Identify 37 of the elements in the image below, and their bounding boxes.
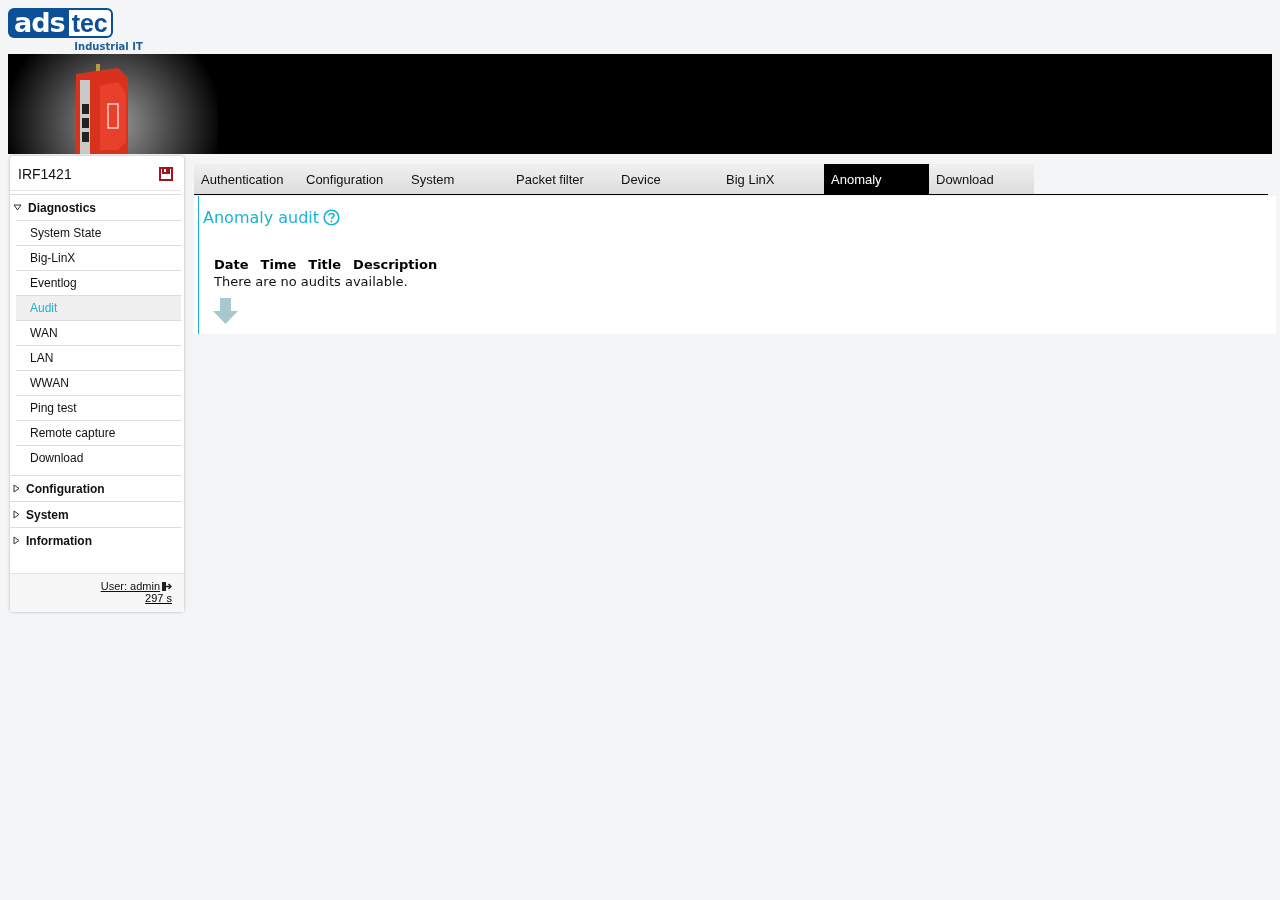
column-header: Description (353, 257, 438, 272)
column-header: Time (260, 257, 297, 272)
user-link[interactable]: User: admin (100, 580, 160, 592)
column-header: Date (214, 257, 249, 272)
menu-section[interactable]: Information (10, 527, 181, 553)
tab[interactable]: Packet filter (509, 164, 614, 194)
collapsed-triangle-icon (13, 536, 20, 545)
menu-item[interactable]: Remote capture (16, 420, 181, 445)
empty-message: There are no audits available. (214, 274, 409, 289)
menu-item[interactable]: LAN (16, 345, 181, 370)
menu-item[interactable]: WWAN (16, 370, 181, 395)
menu-item[interactable]: Big-LinX (16, 245, 181, 270)
tab[interactable]: Download (929, 164, 1034, 194)
save-icon[interactable] (159, 167, 173, 181)
tab[interactable]: Device (614, 164, 719, 194)
session-timeout: 297 s (145, 592, 172, 604)
menu-section[interactable]: Diagnostics (10, 194, 181, 220)
column-header: Title (308, 257, 342, 272)
logout-icon[interactable] (161, 580, 172, 592)
menu-section[interactable]: System (10, 501, 181, 527)
device-name: IRF1421 (18, 166, 72, 182)
collapsed-triangle-icon (13, 484, 20, 493)
logo-tagline: Industrial IT (74, 41, 143, 52)
menu-section[interactable]: Configuration (10, 475, 181, 501)
menu-item[interactable]: Ping test (16, 395, 181, 420)
tab[interactable]: System (404, 164, 509, 194)
panel-title: Anomaly audit (203, 208, 320, 227)
tab[interactable]: Anomaly (824, 164, 929, 194)
expanded-triangle-icon (13, 204, 22, 211)
company-logo: ads tec (8, 8, 113, 38)
tab[interactable]: Authentication (194, 164, 299, 194)
tab[interactable]: Configuration (299, 164, 404, 194)
tab[interactable]: Big LinX (719, 164, 824, 194)
collapsed-triangle-icon (13, 510, 20, 519)
menu-item[interactable]: WAN (16, 320, 181, 345)
menu-item[interactable]: Download (16, 445, 181, 470)
menu-item[interactable]: System State (16, 220, 181, 245)
